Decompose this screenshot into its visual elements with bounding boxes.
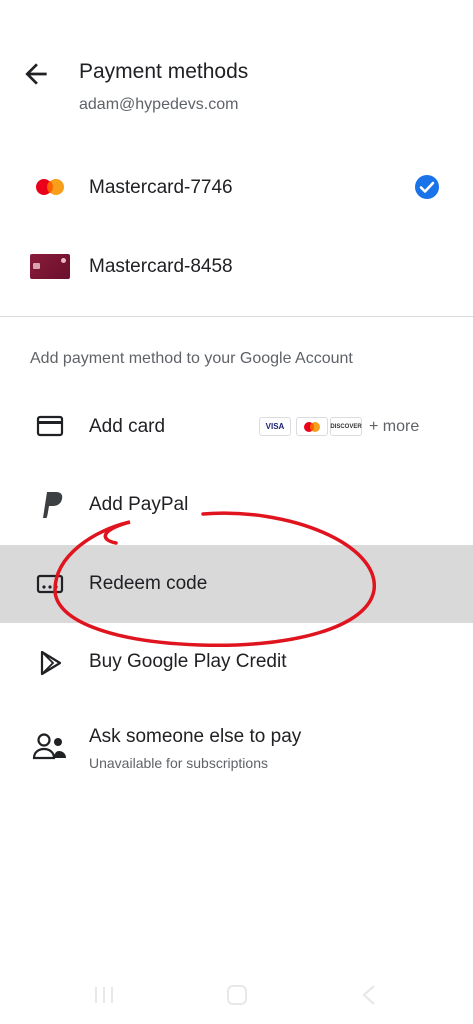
- paypal-icon: [38, 490, 64, 525]
- discover-logo-icon: DISCOVER: [330, 417, 362, 436]
- redeem-code-row[interactable]: Redeem code: [0, 545, 473, 623]
- ask-someone-row[interactable]: Ask someone else to pay Unavailable for …: [0, 701, 473, 789]
- add-paypal-label: Add PayPal: [89, 494, 189, 515]
- credit-card-icon: [36, 414, 64, 443]
- card-thumbnail-icon: [30, 254, 70, 279]
- family-icon: [32, 731, 68, 766]
- saved-method-row[interactable]: Mastercard-8458: [0, 228, 473, 306]
- section-heading: Add payment method to your Google Accoun…: [30, 350, 353, 367]
- play-icon: [38, 650, 64, 681]
- home-icon[interactable]: [225, 984, 249, 1011]
- back-arrow-icon[interactable]: [20, 58, 52, 90]
- mastercard-small-icon: [296, 417, 328, 436]
- saved-method-label: Mastercard-8458: [89, 256, 233, 277]
- saved-method-label: Mastercard-7746: [89, 177, 233, 198]
- redeem-code-label: Redeem code: [89, 573, 208, 594]
- visa-logo-icon: VISA: [259, 417, 291, 436]
- buy-play-credit-label: Buy Google Play Credit: [89, 651, 287, 672]
- page-title: Payment methods: [79, 60, 249, 83]
- selected-check-icon: [413, 173, 441, 201]
- add-card-row[interactable]: Add card VISA DISCOVER + more: [0, 388, 473, 466]
- saved-method-row[interactable]: Mastercard-7746: [0, 150, 473, 225]
- account-email: adam@hypedevs.com: [79, 96, 239, 113]
- back-nav-icon[interactable]: [358, 984, 382, 1011]
- buy-play-credit-row[interactable]: Buy Google Play Credit: [0, 623, 473, 701]
- redeem-code-icon: [36, 573, 64, 600]
- mastercard-logo-icon: [30, 175, 70, 199]
- recent-apps-icon[interactable]: [92, 984, 116, 1011]
- add-paypal-row[interactable]: Add PayPal: [0, 466, 473, 544]
- divider: [0, 316, 473, 317]
- ask-someone-label: Ask someone else to pay: [89, 726, 302, 747]
- more-brands-label: + more: [369, 418, 420, 435]
- ask-someone-subtitle: Unavailable for subscriptions: [89, 755, 268, 771]
- add-card-label: Add card: [89, 416, 166, 437]
